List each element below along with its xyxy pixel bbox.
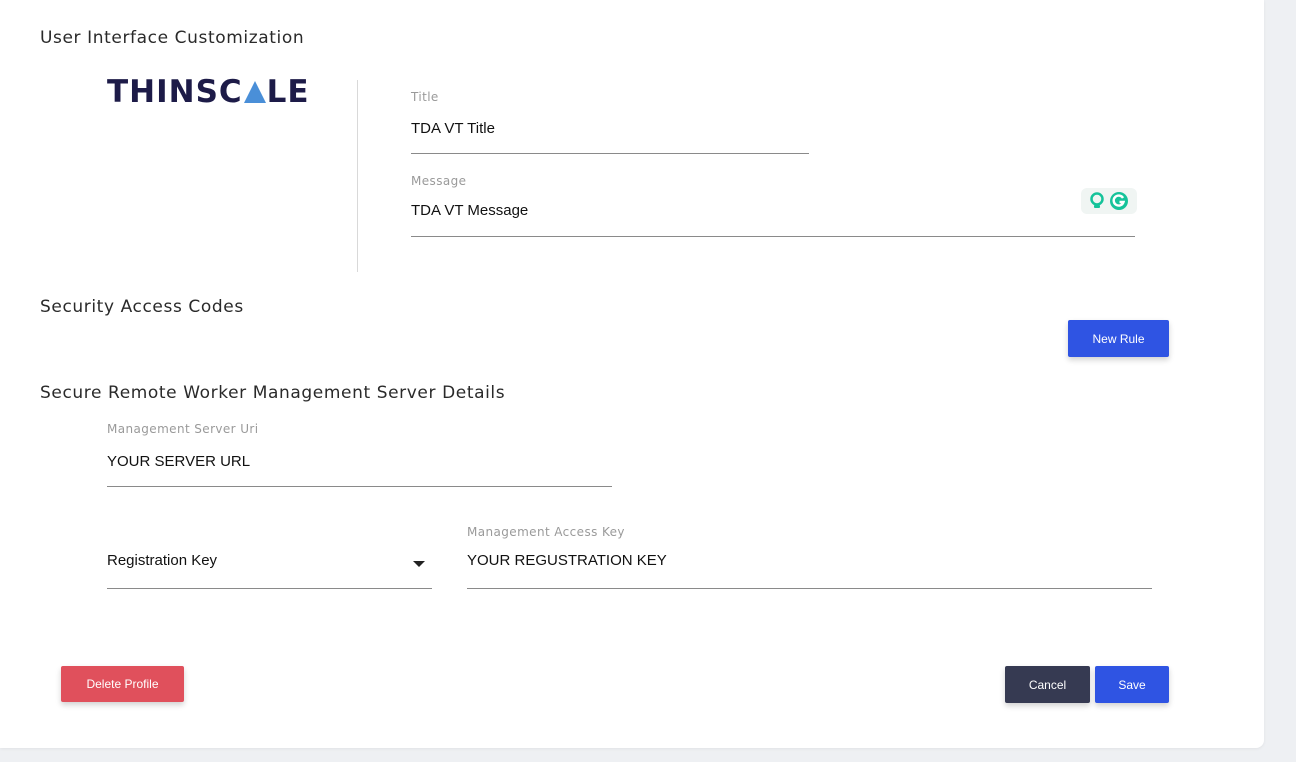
new-rule-button[interactable]: New Rule xyxy=(1068,320,1169,357)
management-server-uri-label: Management Server Uri xyxy=(107,422,259,436)
management-server-uri-underline xyxy=(107,486,612,487)
message-underline xyxy=(411,236,1135,237)
management-access-key-input[interactable]: YOUR REGUSTRATION KEY xyxy=(467,552,667,569)
profile-card: User Interface Customization THINSC LE Ti… xyxy=(0,0,1264,748)
security-access-codes-heading: Security Access Codes xyxy=(40,297,244,317)
cancel-button[interactable]: Cancel xyxy=(1005,666,1090,703)
message-input[interactable]: TDA VT Message xyxy=(411,202,528,219)
management-access-key-field[interactable]: Management Access Key YOUR REGUSTRATION … xyxy=(467,525,1152,590)
ui-customization-heading: User Interface Customization xyxy=(40,28,305,48)
management-server-uri-field[interactable]: Management Server Uri YOUR SERVER URL xyxy=(107,422,612,488)
management-access-key-underline xyxy=(467,588,1152,589)
key-type-select-value[interactable]: Registration Key xyxy=(107,552,217,569)
grammarly-widget[interactable] xyxy=(1081,188,1137,214)
dropdown-caret-icon[interactable] xyxy=(413,561,425,567)
title-underline xyxy=(411,153,809,154)
grammarly-icon[interactable] xyxy=(1109,191,1129,211)
title-input[interactable]: TDA VT Title xyxy=(411,120,495,137)
logo-text-right: LE xyxy=(266,74,310,110)
delete-profile-button[interactable]: Delete Profile xyxy=(61,666,184,702)
management-server-uri-input[interactable]: YOUR SERVER URL xyxy=(107,453,250,470)
message-label: Message xyxy=(411,174,467,188)
logo-divider xyxy=(357,80,358,272)
message-field[interactable]: Message TDA VT Message xyxy=(411,174,1135,238)
management-access-key-label: Management Access Key xyxy=(467,525,625,539)
server-details-heading: Secure Remote Worker Management Server D… xyxy=(40,383,506,403)
key-type-select-underline xyxy=(107,588,432,589)
title-field[interactable]: Title TDA VT Title xyxy=(411,90,809,155)
title-label: Title xyxy=(411,90,439,104)
logo-text-left: THINSC xyxy=(107,74,243,110)
lightbulb-icon[interactable] xyxy=(1089,192,1105,210)
key-type-select[interactable]: Registration Key xyxy=(107,540,432,590)
logo-triangle-icon xyxy=(243,81,266,103)
save-button[interactable]: Save xyxy=(1095,666,1169,703)
thinscale-logo: THINSC LE xyxy=(107,74,310,110)
